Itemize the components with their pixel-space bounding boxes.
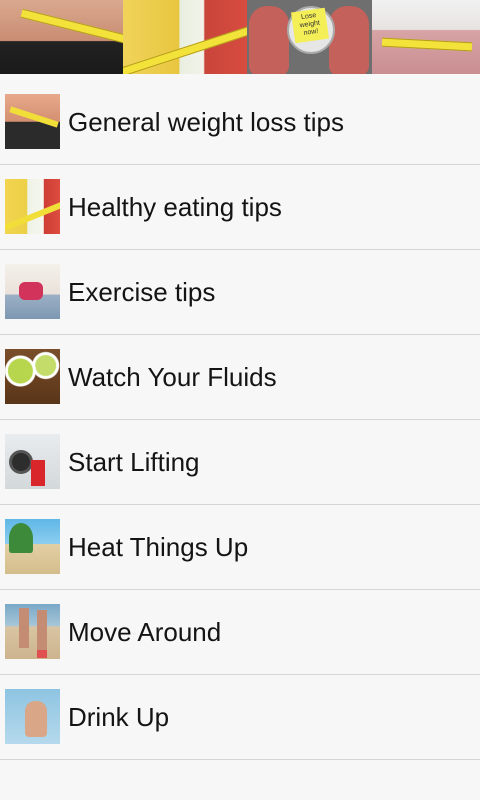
list-item-watch-fluids[interactable]: Watch Your Fluids xyxy=(0,335,480,420)
list-item-heat-things-up[interactable]: Heat Things Up xyxy=(0,505,480,590)
walking-legs-icon xyxy=(5,604,60,659)
list-item-start-lifting[interactable]: Start Lifting xyxy=(0,420,480,505)
weightlifting-icon xyxy=(5,434,60,489)
scale-note: Lose weight now! xyxy=(291,7,329,44)
header-banner: Lose weight now! xyxy=(0,0,480,74)
list-item-exercise[interactable]: Exercise tips xyxy=(0,250,480,335)
list-item-drink-up[interactable]: Drink Up xyxy=(0,675,480,760)
list-item-label: Move Around xyxy=(68,617,222,647)
waist-tape-icon xyxy=(372,0,480,74)
scale-feet-icon: Lose weight now! xyxy=(247,0,372,74)
list-item-move-around[interactable]: Move Around xyxy=(0,590,480,675)
list-item-label: Exercise tips xyxy=(68,277,216,307)
waist-measure-icon xyxy=(0,0,123,74)
healthy-food-icon xyxy=(123,0,247,74)
list-item-label: Healthy eating tips xyxy=(68,192,282,222)
list-item-label: Heat Things Up xyxy=(68,532,249,562)
list-item-label: General weight loss tips xyxy=(68,107,345,137)
list-item-label: Drink Up xyxy=(68,702,170,732)
list-item-label: Watch Your Fluids xyxy=(68,362,277,392)
list-item-label: Start Lifting xyxy=(68,447,200,477)
list-item-healthy-eating[interactable]: Healthy eating tips xyxy=(0,165,480,250)
situp-woman-icon xyxy=(5,264,60,319)
list-item-general-weight-loss[interactable]: General weight loss tips xyxy=(0,80,480,165)
tips-list: General weight loss tips Healthy eating … xyxy=(0,80,480,760)
waist-measure-icon xyxy=(5,94,60,149)
green-tea-icon xyxy=(5,349,60,404)
beach-sun-icon xyxy=(5,519,60,574)
woman-drinking-icon xyxy=(5,689,60,744)
smoothie-fruit-icon xyxy=(5,179,60,234)
